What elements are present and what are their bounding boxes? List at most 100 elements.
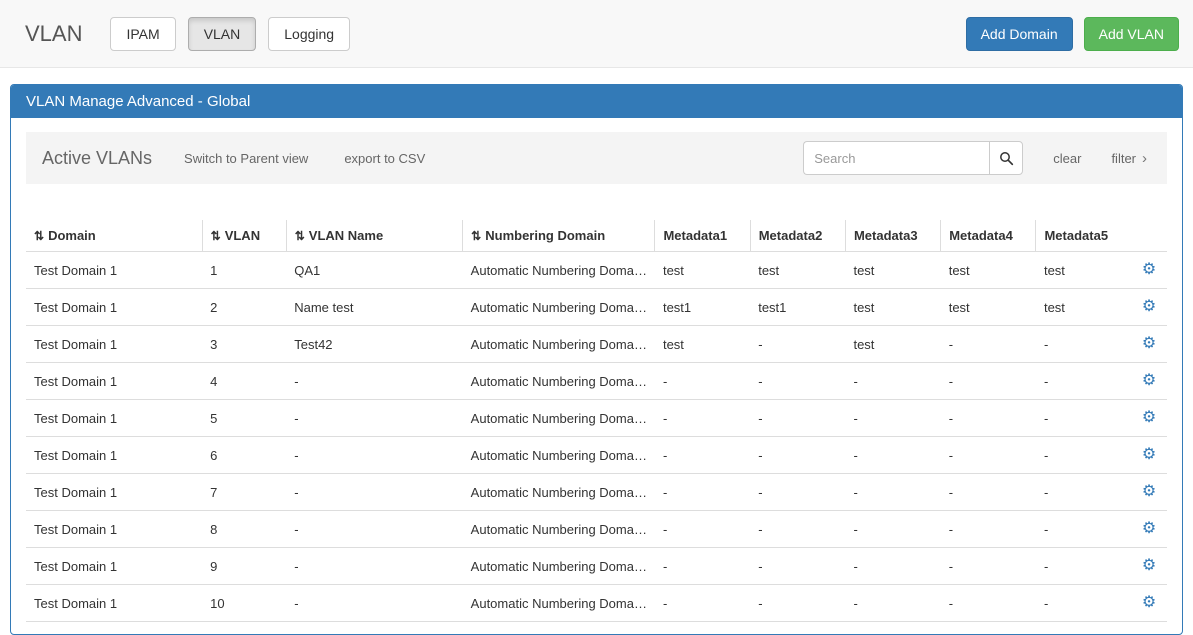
table-cell: test [845, 289, 940, 326]
table-cell: - [941, 437, 1036, 474]
table-cell: - [286, 585, 462, 622]
table-row: Test Domain 11QA1Automatic Numbering Dom… [26, 252, 1167, 289]
table-cell: - [1036, 326, 1131, 363]
search-button[interactable] [989, 141, 1023, 175]
table-cell: Automatic Numbering Doma… [463, 548, 655, 585]
table-cell: Test Domain 1 [26, 548, 202, 585]
add-vlan-button[interactable]: Add VLAN [1084, 17, 1179, 51]
table-cell: test [845, 326, 940, 363]
sort-icon: ⇅ [211, 229, 221, 243]
table-cell: - [845, 363, 940, 400]
table-cell: - [941, 548, 1036, 585]
gear-icon[interactable]: ⚙ [1142, 261, 1156, 278]
nav-button-vlan[interactable]: VLAN [188, 17, 257, 51]
table-cell: - [1036, 363, 1131, 400]
topbar-actions: Add Domain Add VLAN [955, 17, 1179, 51]
table-cell: - [845, 474, 940, 511]
column-header-numbering-domain[interactable]: ⇅Numbering Domain [463, 220, 655, 252]
gear-icon[interactable]: ⚙ [1142, 557, 1156, 574]
table-cell: - [845, 548, 940, 585]
table-cell: - [655, 511, 750, 548]
nav-button-group: IPAM VLAN Logging [110, 17, 362, 51]
column-header-metadata4: Metadata4 [941, 220, 1036, 252]
gear-icon[interactable]: ⚙ [1142, 409, 1156, 426]
table-cell: Test Domain 1 [26, 326, 202, 363]
search-icon [999, 151, 1014, 166]
table-header-row: ⇅Domain⇅VLAN⇅VLAN Name⇅Numbering Domain M… [26, 220, 1167, 252]
add-domain-button[interactable]: Add Domain [966, 17, 1073, 51]
table-cell: - [941, 511, 1036, 548]
export-csv-link[interactable]: export to CSV [344, 151, 425, 166]
table-cell: QA1 [286, 252, 462, 289]
table-cell: 10 [202, 585, 286, 622]
sort-icon: ⇅ [34, 229, 44, 243]
nav-button-logging[interactable]: Logging [268, 17, 350, 51]
table-cell: 6 [202, 437, 286, 474]
column-header-domain[interactable]: ⇅Domain [26, 220, 202, 252]
table-cell: - [655, 400, 750, 437]
table-cell: - [1036, 585, 1131, 622]
table-row: Test Domain 17-Automatic Numbering Doma…… [26, 474, 1167, 511]
table-cell: - [941, 326, 1036, 363]
table-cell: - [750, 548, 845, 585]
vlan-table: ⇅Domain⇅VLAN⇅VLAN Name⇅Numbering Domain M… [26, 220, 1167, 622]
gear-icon[interactable]: ⚙ [1142, 520, 1156, 537]
table-cell: - [941, 400, 1036, 437]
row-actions-cell: ⚙ [1131, 474, 1167, 511]
table-cell: Automatic Numbering Doma… [463, 400, 655, 437]
table-cell: - [941, 474, 1036, 511]
nav-button-ipam[interactable]: IPAM [110, 17, 175, 51]
table-cell: 7 [202, 474, 286, 511]
vlan-table-body: Test Domain 11QA1Automatic Numbering Dom… [26, 252, 1167, 622]
switch-parent-view-link[interactable]: Switch to Parent view [184, 151, 308, 166]
table-cell: Test Domain 1 [26, 474, 202, 511]
gear-icon[interactable]: ⚙ [1142, 446, 1156, 463]
table-cell: - [750, 437, 845, 474]
search-input[interactable] [803, 141, 989, 175]
table-cell: - [750, 326, 845, 363]
table-cell: Automatic Numbering Doma… [463, 437, 655, 474]
table-row: Test Domain 13Test42Automatic Numbering … [26, 326, 1167, 363]
filter-link[interactable]: filter › [1111, 150, 1147, 167]
chevron-right-icon: › [1142, 150, 1147, 167]
table-cell: test [655, 252, 750, 289]
row-actions-cell: ⚙ [1131, 363, 1167, 400]
sort-icon: ⇅ [295, 229, 305, 243]
table-cell: - [845, 437, 940, 474]
table-cell: - [655, 585, 750, 622]
page-title: VLAN [25, 21, 82, 47]
table-row: Test Domain 12Name testAutomatic Numberi… [26, 289, 1167, 326]
row-actions-cell: ⚙ [1131, 289, 1167, 326]
table-cell: - [941, 363, 1036, 400]
table-row: Test Domain 16 - Automatic Numbering Doma…… [26, 437, 1167, 474]
table-cell: test [1036, 252, 1131, 289]
column-header-metadata5: Metadata5 [1036, 220, 1131, 252]
column-header-vlan-name[interactable]: ⇅VLAN Name [286, 220, 462, 252]
table-cell: Test Domain 1 [26, 400, 202, 437]
table-cell: - [750, 585, 845, 622]
clear-link[interactable]: clear [1053, 151, 1081, 166]
table-cell: Test42 [286, 326, 462, 363]
table-cell: test [655, 326, 750, 363]
table-cell: test [845, 252, 940, 289]
row-actions-cell: ⚙ [1131, 585, 1167, 622]
table-cell: - [655, 474, 750, 511]
gear-icon[interactable]: ⚙ [1142, 298, 1156, 315]
gear-icon[interactable]: ⚙ [1142, 483, 1156, 500]
gear-icon[interactable]: ⚙ [1142, 372, 1156, 389]
panel-heading: VLAN Manage Advanced - Global [11, 85, 1182, 118]
column-header-vlan[interactable]: ⇅VLAN [202, 220, 286, 252]
table-cell: - [286, 363, 462, 400]
table-cell: Test Domain 1 [26, 437, 202, 474]
table-toolbar: Active VLANs Switch to Parent view expor… [26, 132, 1167, 184]
sort-icon: ⇅ [471, 229, 481, 243]
gear-icon[interactable]: ⚙ [1142, 594, 1156, 611]
table-cell: 8 [202, 511, 286, 548]
table-cell: - [286, 548, 462, 585]
gear-icon[interactable]: ⚙ [1142, 335, 1156, 352]
table-cell: - [286, 400, 462, 437]
column-header-actions [1131, 220, 1167, 252]
table-cell: Automatic Numbering Doma… [463, 511, 655, 548]
table-cell: - [750, 400, 845, 437]
row-actions-cell: ⚙ [1131, 400, 1167, 437]
